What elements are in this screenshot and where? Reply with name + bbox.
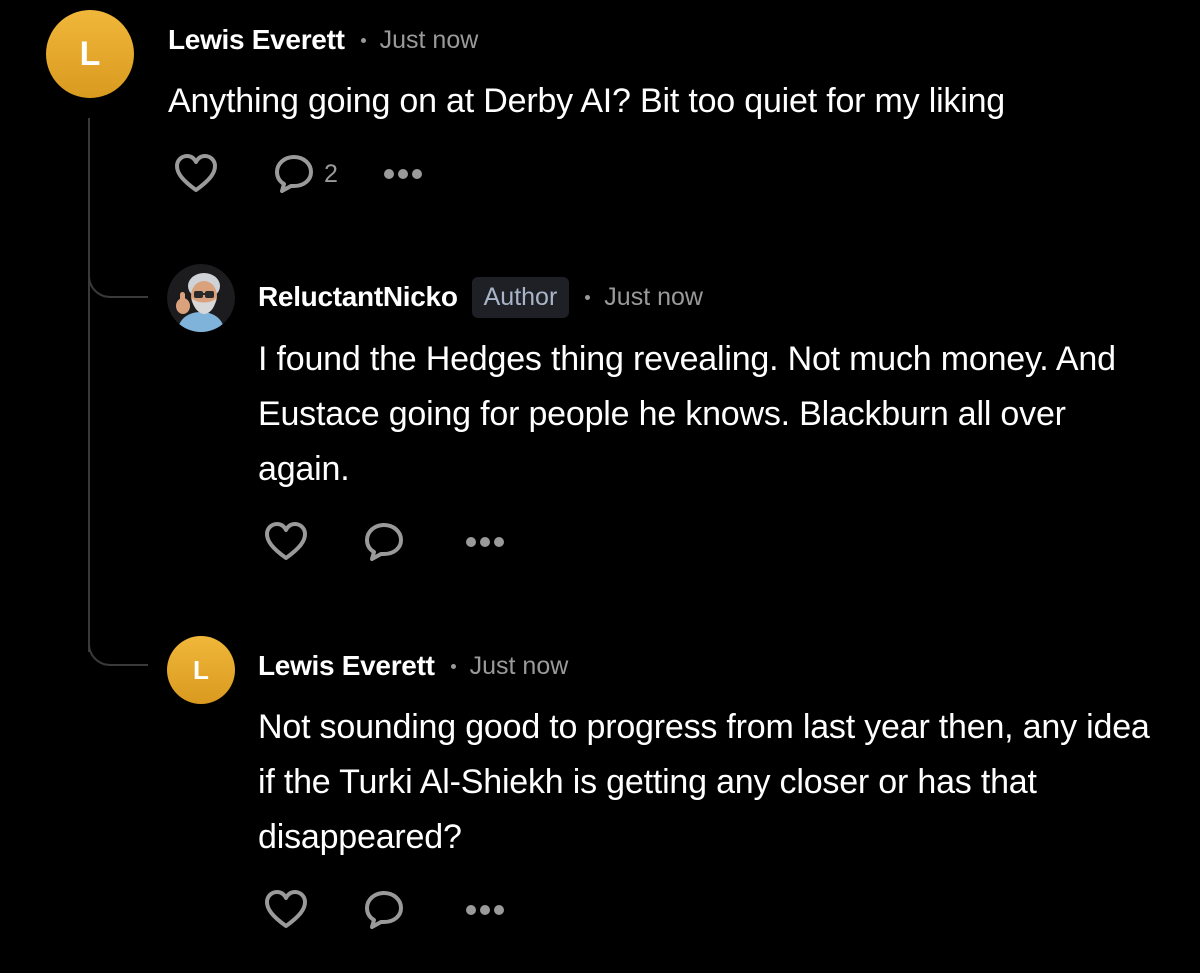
more-button[interactable] xyxy=(464,903,506,917)
reply-button[interactable] xyxy=(364,522,404,562)
avatar-letter: L xyxy=(193,654,209,685)
comment-meta: Lewis Everett Just now xyxy=(168,20,478,60)
author-name[interactable]: Lewis Everett xyxy=(258,650,435,682)
heart-icon xyxy=(175,154,217,192)
thread-line xyxy=(88,118,90,652)
more-button[interactable] xyxy=(464,535,506,549)
author-name[interactable]: Lewis Everett xyxy=(168,24,345,56)
comment-text: I found the Hedges thing revealing. Not … xyxy=(258,340,1116,488)
heart-icon xyxy=(265,890,307,928)
comment-actions xyxy=(264,890,506,930)
avatar-letter: L xyxy=(79,34,101,73)
comment-actions: 2 xyxy=(174,154,424,194)
more-icon xyxy=(466,537,504,547)
thread-branch-reply-1 xyxy=(88,272,148,298)
more-icon xyxy=(383,169,422,179)
comment-meta: Lewis Everett Just now xyxy=(258,646,568,686)
avatar[interactable] xyxy=(167,264,235,332)
thread-branch-reply-2 xyxy=(88,640,148,666)
like-button[interactable] xyxy=(174,154,218,194)
separator-dot xyxy=(360,37,366,43)
comment-text: Not sounding good to progress from last … xyxy=(258,708,1150,856)
heart-icon xyxy=(265,522,307,560)
separator-dot xyxy=(450,663,456,669)
author-name[interactable]: ReluctantNicko xyxy=(258,281,458,313)
more-button[interactable] xyxy=(382,167,424,181)
memoji-avatar-icon xyxy=(167,264,235,332)
author-badge: Author xyxy=(471,276,570,318)
avatar[interactable]: L xyxy=(167,636,235,704)
comment-meta: ReluctantNicko Author Just now xyxy=(258,276,703,318)
reply-button[interactable] xyxy=(364,890,404,930)
comment-icon xyxy=(365,891,403,929)
like-button[interactable] xyxy=(264,890,308,930)
comment-text: Anything going on at Derby AI? Bit too q… xyxy=(168,82,1005,120)
comment-icon xyxy=(365,523,403,561)
comment-icon xyxy=(275,155,313,193)
timestamp[interactable]: Just now xyxy=(470,652,569,681)
timestamp[interactable]: Just now xyxy=(604,283,703,312)
reply-button[interactable]: 2 xyxy=(274,154,338,194)
timestamp[interactable]: Just now xyxy=(380,26,479,55)
avatar[interactable]: L xyxy=(46,10,134,98)
like-button[interactable] xyxy=(264,522,308,562)
reply-count: 2 xyxy=(324,159,338,188)
comment-actions xyxy=(264,522,506,562)
separator-dot xyxy=(585,294,591,300)
more-icon xyxy=(466,905,504,915)
